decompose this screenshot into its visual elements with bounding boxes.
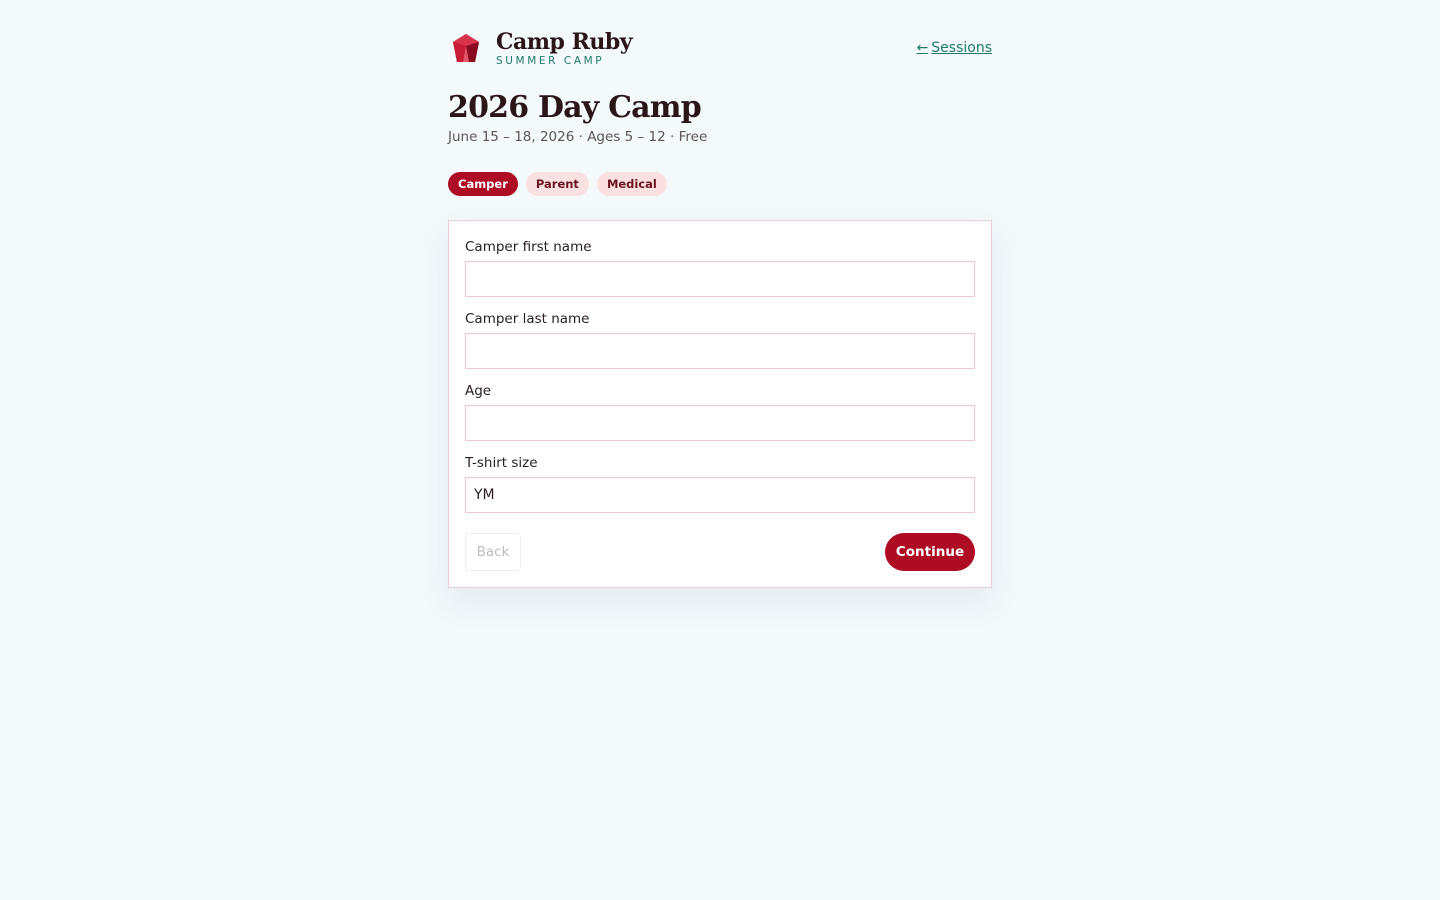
session-meta: June 15 – 18, 2026 · Ages 5 – 12 · Free (448, 129, 708, 145)
registration-form-card: Camper first name Camper last name Age T… (448, 220, 992, 588)
step-tab-parent[interactable]: Parent (525, 172, 589, 196)
age-input[interactable] (465, 405, 975, 441)
brand: Camp Ruby SUMMER CAMP (496, 29, 633, 67)
tshirt-size-input[interactable] (465, 477, 975, 513)
brand-name: Camp Ruby (496, 29, 633, 55)
brand-subtitle: SUMMER CAMP (496, 55, 605, 67)
step-tab-medical[interactable]: Medical (596, 172, 667, 196)
page-title: 2026 Day Camp (448, 90, 702, 125)
last-name-input[interactable] (465, 333, 975, 369)
back-button[interactable]: Back (465, 533, 521, 571)
first-name-input[interactable] (465, 261, 975, 297)
sessions-back-link[interactable]: ← Sessions (917, 40, 992, 56)
tshirt-size-label: T-shirt size (465, 455, 538, 471)
sessions-link-label: Sessions (931, 40, 992, 56)
ruby-gem-icon (453, 34, 479, 62)
first-name-label: Camper first name (465, 239, 592, 255)
continue-button[interactable]: Continue (885, 533, 975, 571)
step-tabs: Camper Parent Medical (448, 172, 667, 196)
site-header: Camp Ruby SUMMER CAMP ← Sessions (448, 0, 992, 100)
arrow-left-icon: ← (916, 40, 929, 56)
last-name-label: Camper last name (465, 311, 590, 327)
step-tab-camper[interactable]: Camper (448, 172, 518, 196)
age-label: Age (465, 383, 492, 399)
page-container: Camp Ruby SUMMER CAMP ← Sessions 2026 Day… (448, 0, 992, 588)
